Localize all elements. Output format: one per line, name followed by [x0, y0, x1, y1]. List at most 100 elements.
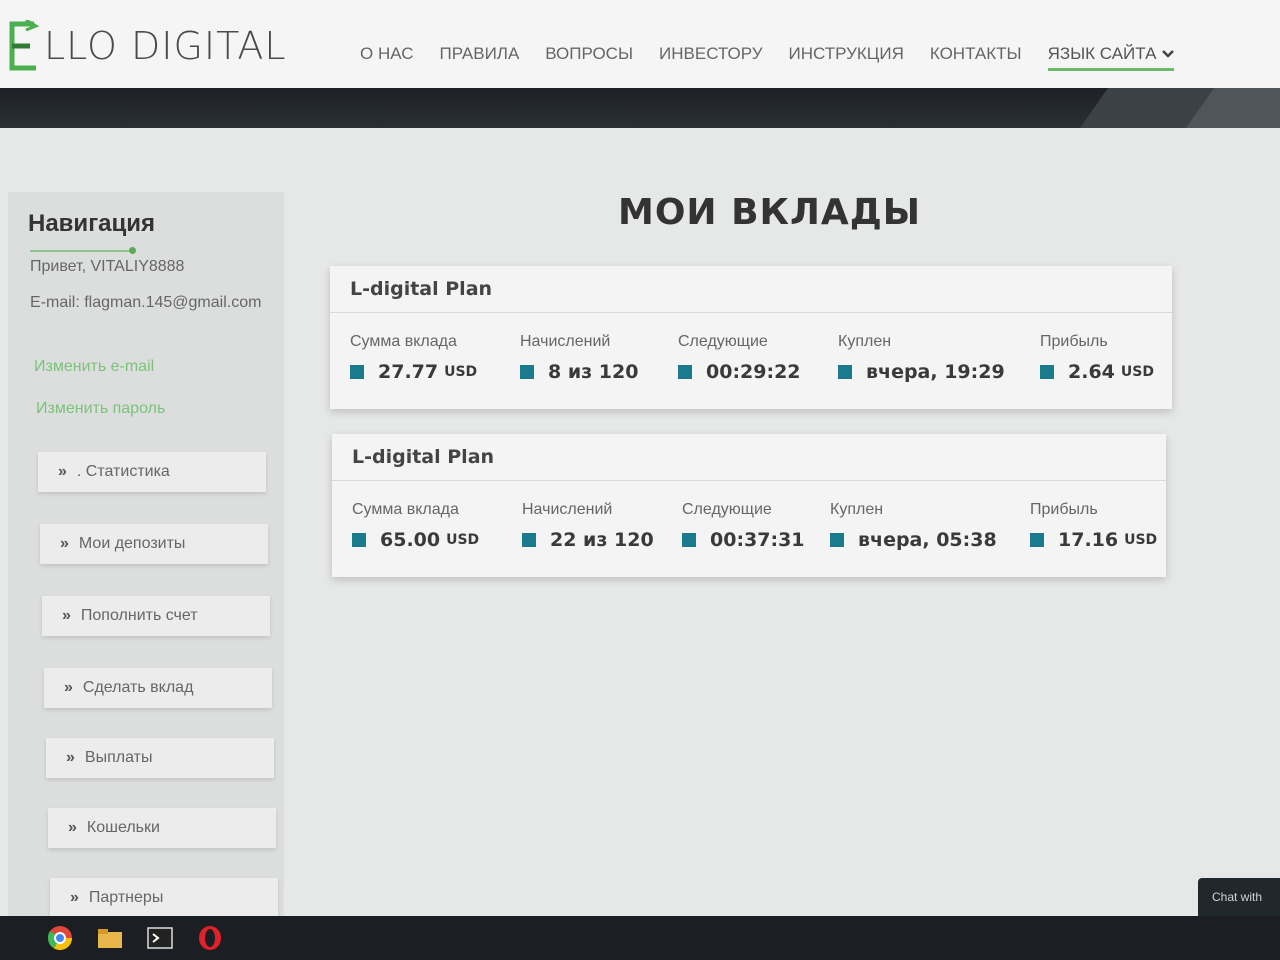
change-password-link[interactable]: Изменить пароль — [36, 400, 165, 418]
next-value: 00:37:31 — [710, 529, 805, 551]
sidebar: Навигация Привет, VITALIY8888 E-mail: fl… — [8, 192, 284, 922]
stat-label: Следующие — [682, 501, 772, 518]
marker-square-icon — [678, 365, 692, 379]
sidebar-title-underline — [30, 250, 130, 252]
marker-square-icon — [1030, 533, 1044, 547]
sidebar-item-wallets[interactable]: » Кошельки — [48, 808, 276, 848]
next-value: 00:29:22 — [706, 361, 801, 383]
marker-square-icon — [1040, 365, 1054, 379]
bought-value: вчера, 05:38 — [858, 529, 997, 551]
underline-dot — [129, 247, 136, 254]
double-chevron-icon: » — [62, 607, 71, 624]
sidebar-item-label: Кошельки — [86, 819, 160, 836]
deposit-stats: Сумма вклада 27.77 USD Начислений 8 из 12… — [330, 313, 1172, 409]
bought-value: вчера, 19:29 — [866, 361, 1005, 383]
nav-instructions[interactable]: ИНСТРУКЦИЯ — [789, 44, 904, 71]
stat-label: Сумма вклада — [352, 501, 459, 518]
marker-square-icon — [830, 533, 844, 547]
stat-label: Начислений — [522, 501, 613, 518]
sidebar-item-my-deposits[interactable]: » Мои депозиты — [40, 524, 268, 564]
opera-icon[interactable] — [196, 924, 224, 952]
marker-square-icon — [522, 533, 536, 547]
stat-value: вчера, 19:29 — [838, 361, 1005, 383]
stat-bought: Куплен вчера, 05:38 — [830, 501, 997, 551]
nav-contacts[interactable]: КОНТАКТЫ — [930, 44, 1022, 71]
sidebar-item-label: Сделать вклад — [82, 679, 194, 696]
deposit-plan-name: L-digital Plan — [330, 266, 1172, 313]
stat-next: Следующие 00:29:22 — [678, 333, 801, 383]
stat-accruals: Начислений 22 из 120 — [522, 501, 654, 551]
stat-accruals: Начислений 8 из 120 — [520, 333, 638, 383]
header-band — [0, 88, 1280, 128]
deposit-card: L-digital Plan Сумма вклада 27.77 USD Нач… — [330, 266, 1172, 409]
amount-value: 27.77 — [378, 361, 439, 383]
user-greeting: Привет, VITALIY8888 — [30, 258, 185, 275]
stat-value: 17.16 USD — [1030, 529, 1157, 551]
sidebar-item-partners[interactable]: » Партнеры — [50, 878, 278, 918]
chrome-icon[interactable] — [46, 924, 74, 952]
sidebar-item-top-up[interactable]: » Пополнить счет — [42, 596, 270, 636]
chat-widget[interactable]: Chat with — [1198, 878, 1280, 916]
stat-value: 00:29:22 — [678, 361, 801, 383]
nav-about[interactable]: О НАС — [360, 44, 413, 71]
stat-value: вчера, 05:38 — [830, 529, 997, 551]
stat-value: 65.00 USD — [352, 529, 479, 551]
double-chevron-icon: » — [70, 889, 79, 906]
amount-value: 65.00 — [380, 529, 441, 551]
accruals-value: 22 из 120 — [550, 529, 654, 551]
marker-square-icon — [838, 365, 852, 379]
stat-label: Сумма вклада — [350, 333, 457, 350]
sidebar-item-label: . Статистика — [76, 463, 170, 480]
stat-label: Куплен — [830, 501, 884, 518]
change-email-link[interactable]: Изменить e-mail — [34, 358, 154, 376]
sidebar-item-make-deposit[interactable]: » Сделать вклад — [44, 668, 272, 708]
site-header: LLO DIGITAL О НАС ПРАВИЛА ВОПРОСЫ ИНВЕСТ… — [0, 0, 1280, 88]
site-logo[interactable]: LLO DIGITAL — [6, 18, 287, 74]
deposit-plan-name: L-digital Plan — [332, 434, 1166, 481]
language-label: ЯЗЫК САЙТА — [1047, 44, 1157, 63]
main-nav: О НАС ПРАВИЛА ВОПРОСЫ ИНВЕСТОРУ ИНСТРУКЦ… — [360, 44, 1175, 71]
folder-icon[interactable] — [96, 924, 124, 952]
nav-investor[interactable]: ИНВЕСТОРУ — [659, 44, 763, 71]
stat-label: Начислений — [520, 333, 611, 350]
stat-profit: Прибыль 17.16 USD — [1030, 501, 1157, 551]
nav-rules[interactable]: ПРАВИЛА — [439, 44, 519, 71]
double-chevron-icon: » — [68, 819, 77, 836]
stat-next: Следующие 00:37:31 — [682, 501, 805, 551]
nav-faq[interactable]: ВОПРОСЫ — [545, 44, 633, 71]
stat-value: 00:37:31 — [682, 529, 805, 551]
stat-label: Куплен — [838, 333, 892, 350]
stat-label: Прибыль — [1040, 333, 1108, 350]
language-dropdown[interactable]: ЯЗЫК САЙТА — [1047, 44, 1175, 71]
sidebar-item-label: Партнеры — [88, 889, 164, 906]
stat-value: 27.77 USD — [350, 361, 477, 383]
user-email: E-mail: flagman.145@gmail.com — [30, 294, 262, 311]
profit-value: 2.64 — [1068, 361, 1115, 383]
sidebar-item-label: Пополнить счет — [80, 607, 198, 624]
double-chevron-icon: » — [58, 463, 67, 480]
currency-label: USD — [446, 532, 480, 548]
logo-e-icon — [9, 20, 40, 71]
stat-value: 22 из 120 — [522, 529, 654, 551]
deposit-card: L-digital Plan Сумма вклада 65.00 USD Нач… — [332, 434, 1166, 577]
currency-label: USD — [444, 364, 478, 380]
double-chevron-icon: » — [64, 679, 73, 696]
logo-text: LLO DIGITAL — [44, 24, 287, 68]
stat-value: 2.64 USD — [1040, 361, 1154, 383]
stat-label: Прибыль — [1030, 501, 1098, 518]
sidebar-title: Навигация — [28, 210, 156, 237]
sidebar-item-statistics[interactable]: » . Статистика — [38, 452, 266, 492]
profit-value: 17.16 — [1058, 529, 1119, 551]
sidebar-item-label: Выплаты — [84, 749, 153, 766]
terminal-icon[interactable] — [146, 924, 174, 952]
double-chevron-icon: » — [60, 535, 69, 552]
stat-label: Следующие — [678, 333, 768, 350]
deposit-stats: Сумма вклада 65.00 USD Начислений 22 из 1… — [332, 481, 1166, 577]
sidebar-item-payouts[interactable]: » Выплаты — [46, 738, 274, 778]
marker-square-icon — [352, 533, 366, 547]
currency-label: USD — [1124, 532, 1158, 548]
double-chevron-icon: » — [66, 749, 75, 766]
chevron-down-icon — [1162, 50, 1175, 58]
marker-square-icon — [520, 365, 534, 379]
marker-square-icon — [682, 533, 696, 547]
